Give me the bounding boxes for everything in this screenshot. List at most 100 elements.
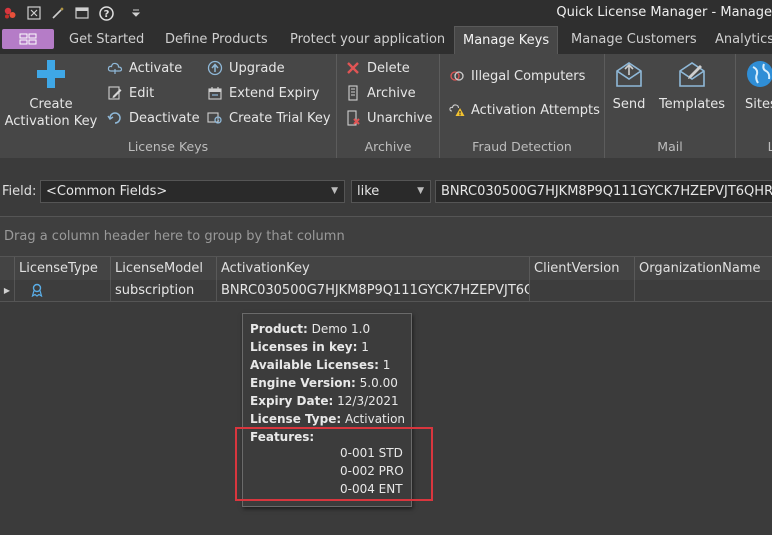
unarchive-label: Unarchive xyxy=(367,110,433,126)
column-header-licensemodel[interactable]: LicenseModel xyxy=(111,257,217,280)
create-trial-key-button[interactable]: Create Trial Key xyxy=(207,110,331,126)
upgrade-button[interactable]: Upgrade xyxy=(207,60,285,76)
cell-licensetype[interactable] xyxy=(15,280,111,301)
archive-label: Archive xyxy=(367,85,416,101)
upgrade-icon xyxy=(207,60,223,76)
archive-group: Delete Archive Unarchive Archive xyxy=(337,54,440,158)
cell-organizationname[interactable] xyxy=(635,280,772,301)
chevron-down-icon[interactable]: ▼ xyxy=(331,181,338,202)
tooltip-licenses-value: 1 xyxy=(361,340,369,354)
tab-get-started[interactable]: Get Started xyxy=(61,26,152,54)
row-indicator-icon: ▶ xyxy=(0,280,15,301)
unarchive-button[interactable]: Unarchive xyxy=(345,110,432,126)
illegal-computers-button[interactable]: Illegal Computers xyxy=(449,68,585,84)
row-indicator-header xyxy=(0,257,15,280)
upgrade-label: Upgrade xyxy=(229,60,285,76)
activation-attempts-button[interactable]: Activation Attempts xyxy=(449,102,600,118)
deactivate-label: Deactivate xyxy=(129,110,200,126)
trial-key-icon xyxy=(207,110,223,126)
column-header-organizationname[interactable]: OrganizationName xyxy=(635,257,772,280)
edit-button[interactable]: Edit xyxy=(107,85,154,101)
window-icon[interactable] xyxy=(74,5,90,21)
license-keys-group-label: License Keys xyxy=(127,139,209,154)
search-input[interactable]: BNRC030500G7HJKM8P9Q111GYCK7HZEPVJT6QHR xyxy=(435,180,772,203)
tab-analytics[interactable]: Analytics xyxy=(707,26,772,54)
illegal-computers-icon xyxy=(449,68,465,84)
operator-select[interactable]: like ▼ xyxy=(351,180,431,203)
cloud-key-icon xyxy=(107,60,123,76)
field-select-value: <Common Fields> xyxy=(46,184,168,199)
activate-label: Activate xyxy=(129,60,183,76)
tooltip-type-label: License Type: xyxy=(250,412,342,426)
illegal-computers-label: Illegal Computers xyxy=(471,68,586,84)
cell-clientversion[interactable] xyxy=(530,280,635,301)
calendar-icon xyxy=(207,85,223,101)
help-icon[interactable]: ? xyxy=(98,5,114,21)
tab-define-products[interactable]: Define Products xyxy=(157,26,276,54)
tab-manage-keys[interactable]: Manage Keys xyxy=(454,26,559,54)
sites-group-label: Li xyxy=(767,139,772,154)
archive-button[interactable]: Archive xyxy=(345,85,416,101)
activate-button[interactable]: Activate xyxy=(107,60,182,76)
tooltip-engine-label: Engine Version: xyxy=(250,376,356,390)
tooltip-license-type: License Type: Activation xyxy=(250,412,405,426)
send-mail-icon xyxy=(613,58,645,90)
table-row[interactable]: ▶ subscription BNRC030500G7HJKM8P9Q111GY… xyxy=(0,280,772,302)
tooltip-type-value: Activation xyxy=(344,412,406,426)
tooltip-available: Available Licenses: 1 xyxy=(250,358,390,372)
field-select[interactable]: <Common Fields> ▼ xyxy=(40,180,345,203)
sites-button[interactable]: Sites xyxy=(742,58,772,113)
operator-select-value: like xyxy=(357,184,380,199)
tooltip-available-label: Available Licenses: xyxy=(250,358,379,372)
tooltip-available-value: 1 xyxy=(382,358,391,372)
extend-expiry-button[interactable]: Extend Expiry xyxy=(207,85,319,101)
tooltip-engine-value: 5.0.00 xyxy=(359,376,398,390)
filter-bar: Field: <Common Fields> ▼ like ▼ BNRC0305… xyxy=(0,176,772,208)
dropdown-arrow-icon[interactable] xyxy=(128,5,144,21)
extend-expiry-label: Extend Expiry xyxy=(229,85,320,101)
plus-icon xyxy=(35,58,67,90)
group-by-panel[interactable]: Drag a column header here to group by th… xyxy=(0,216,772,257)
cell-licensemodel[interactable]: subscription xyxy=(111,280,217,301)
ribbon: Create Activation Key Activate Edit Deac… xyxy=(0,54,772,158)
create-activation-key-button[interactable]: Create Activation Key xyxy=(4,58,98,130)
templates-label: Templates xyxy=(658,97,726,112)
send-label: Send xyxy=(612,97,646,112)
templates-button[interactable]: Templates xyxy=(655,58,729,113)
deactivate-button[interactable]: Deactivate xyxy=(107,110,200,126)
quick-access-toolbar: ? xyxy=(2,4,152,22)
license-type-icon xyxy=(30,283,44,301)
wand-icon[interactable] xyxy=(50,5,66,21)
send-button[interactable]: Send xyxy=(609,58,649,113)
grid-header: LicenseType LicenseModel ActivationKey C… xyxy=(0,256,772,281)
tooltip-product: Product: Demo 1.0 xyxy=(250,322,370,336)
svg-text:?: ? xyxy=(103,9,109,20)
chevron-down-icon[interactable]: ▼ xyxy=(417,181,424,202)
mail-group: Send Templates Mail xyxy=(605,54,736,158)
tooltip-licenses-label: Licenses in key: xyxy=(250,340,358,354)
tab-protect-application[interactable]: Protect your application xyxy=(282,26,453,54)
window-title: Quick License Manager - Manage xyxy=(556,5,772,20)
column-header-activationkey[interactable]: ActivationKey xyxy=(217,257,530,280)
sites-group: Sites Li xyxy=(736,54,772,158)
tooltip-engine: Engine Version: 5.0.00 xyxy=(250,376,398,390)
create-label-line2: Activation Key xyxy=(4,114,98,129)
archive-group-label: Archive xyxy=(364,139,412,154)
delete-button[interactable]: Delete xyxy=(345,60,410,76)
group-by-hint: Drag a column header here to group by th… xyxy=(4,229,345,244)
grid-icon[interactable] xyxy=(26,5,42,21)
tooltip-licenses: Licenses in key: 1 xyxy=(250,340,369,354)
cell-activationkey[interactable]: BNRC030500G7HJKM8P9Q111GYCK7HZEPVJT6QHR xyxy=(217,280,530,301)
app-logo-icon[interactable] xyxy=(2,5,18,21)
tooltip-expiry-value: 12/3/2021 xyxy=(337,394,399,408)
create-label-line1: Create xyxy=(29,97,73,112)
tooltip-product-label: Product: xyxy=(250,322,308,336)
features-highlight-box xyxy=(235,427,433,501)
tab-manage-customers[interactable]: Manage Customers xyxy=(563,26,705,54)
column-header-clientversion[interactable]: ClientVersion xyxy=(530,257,635,280)
column-header-licensetype[interactable]: LicenseType xyxy=(15,257,111,280)
tooltip-product-value: Demo 1.0 xyxy=(311,322,371,336)
sites-label: Sites xyxy=(745,97,772,112)
application-menu-button[interactable] xyxy=(2,29,54,49)
fraud-detection-group-label: Fraud Detection xyxy=(472,139,572,154)
